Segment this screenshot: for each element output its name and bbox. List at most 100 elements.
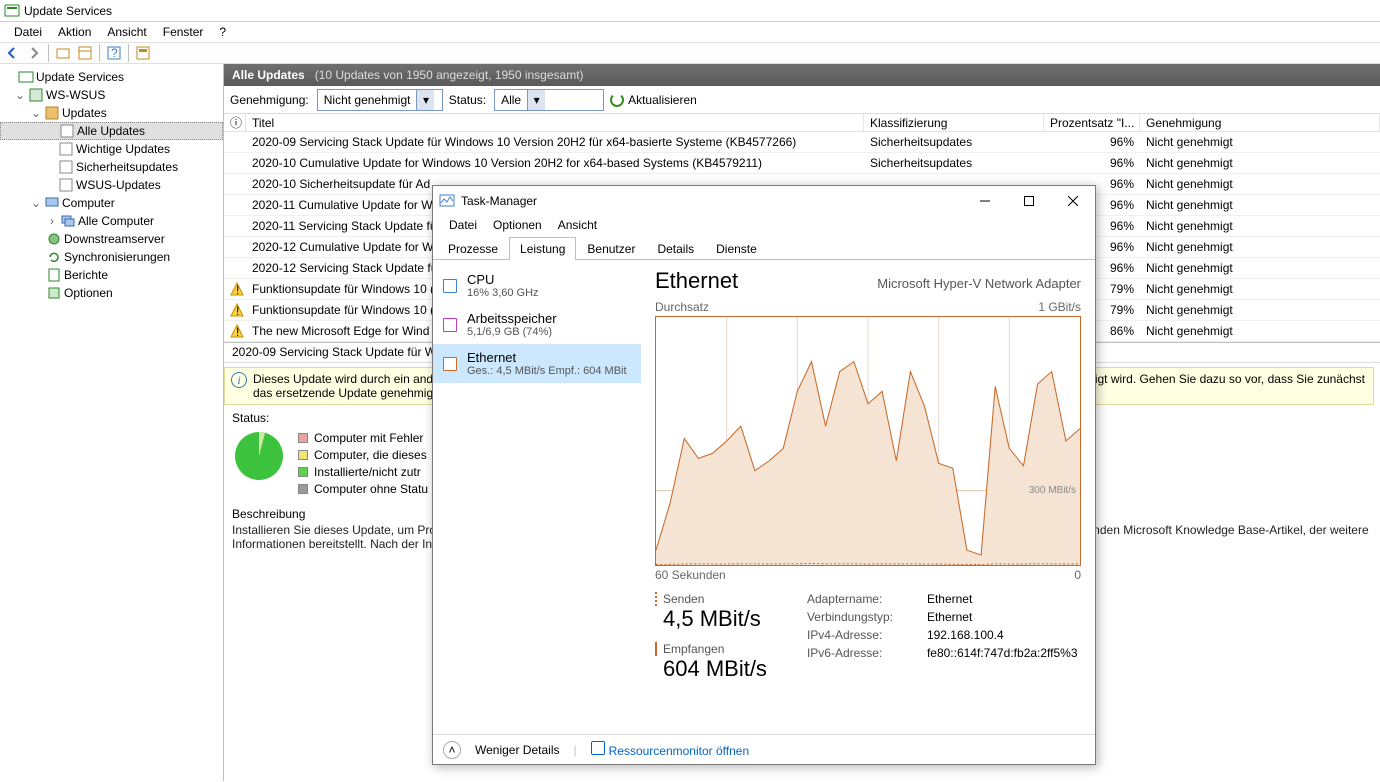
tm-titlebar[interactable]: Task-Manager bbox=[433, 186, 1095, 216]
app-icon bbox=[4, 3, 20, 19]
net-row: IPv6-Adresse:fe80::614f:747d:fb2a:2ff5%3 bbox=[807, 646, 1078, 664]
tab-prozesse[interactable]: Prozesse bbox=[437, 237, 509, 260]
toolbar-btn-2[interactable] bbox=[75, 43, 95, 63]
legend-item: Installierte/nicht zutr bbox=[298, 463, 428, 480]
label: Optionen bbox=[64, 286, 113, 300]
toolbar-separator bbox=[48, 44, 49, 62]
tree-updates[interactable]: ⌄ Updates bbox=[0, 104, 223, 122]
downstream-icon bbox=[46, 231, 62, 247]
refresh-icon bbox=[610, 93, 624, 107]
list-icon bbox=[58, 177, 74, 193]
computer-icon bbox=[44, 195, 60, 211]
toolbar-help-button[interactable]: ? bbox=[104, 43, 124, 63]
perf-item-ethernet[interactable]: EthernetGes.: 4,5 MBit/s Empf.: 604 MBit bbox=[433, 344, 641, 383]
perf-sidebar[interactable]: CPU16% 3,60 GHzArbeitsspeicher5,1/6,9 GB… bbox=[433, 260, 641, 734]
tree-important-updates[interactable]: Wichtige Updates bbox=[0, 140, 223, 158]
chevron-up-icon[interactable]: ˄ bbox=[443, 741, 461, 759]
chevron-down-icon[interactable]: ▾ bbox=[416, 90, 434, 110]
menu-aktion[interactable]: Aktion bbox=[50, 23, 99, 41]
chevron-down-icon[interactable]: ⌄ bbox=[30, 106, 42, 120]
col-class[interactable]: Klassifizierung bbox=[864, 114, 1044, 131]
tree-updates-label: Updates bbox=[62, 106, 107, 120]
status-combo[interactable]: Alle▾ bbox=[494, 89, 604, 111]
table-row[interactable]: 2020-09 Servicing Stack Update für Windo… bbox=[224, 132, 1380, 153]
resource-monitor-link[interactable]: Ressourcenmonitor öffnen bbox=[591, 741, 750, 758]
nav-forward-button[interactable] bbox=[24, 43, 44, 63]
y-axis-label: Durchsatz bbox=[655, 300, 709, 314]
menu-help[interactable]: ? bbox=[211, 23, 234, 41]
net-row: Verbindungstyp:Ethernet bbox=[807, 610, 1078, 628]
task-manager-window[interactable]: Task-Manager Datei Optionen Ansicht Proz… bbox=[432, 185, 1096, 765]
tree-all-computers[interactable]: ›Alle Computer bbox=[0, 212, 223, 230]
perf-main: Ethernet Microsoft Hyper-V Network Adapt… bbox=[641, 260, 1095, 734]
resource-monitor-label[interactable]: Ressourcenmonitor öffnen bbox=[609, 744, 750, 758]
col-title[interactable]: Titel bbox=[246, 114, 864, 131]
label: Downstreamserver bbox=[64, 232, 165, 246]
tm-menu-optionen[interactable]: Optionen bbox=[485, 216, 550, 236]
tree-security-updates[interactable]: Sicherheitsupdates bbox=[0, 158, 223, 176]
table-row[interactable]: 2020-10 Cumulative Update for Windows 10… bbox=[224, 153, 1380, 174]
x-right-label: 0 bbox=[1074, 568, 1081, 582]
resource-monitor-icon bbox=[591, 741, 605, 755]
recv-value: 604 MBit/s bbox=[655, 656, 767, 682]
network-details: Adaptername:EthernetVerbindungstyp:Ether… bbox=[807, 592, 1078, 682]
tree-all-updates[interactable]: Alle Updates bbox=[0, 122, 223, 140]
info-text-2: das ersetzende Update genehmig bbox=[253, 386, 433, 400]
chevron-down-icon[interactable]: ⌄ bbox=[30, 196, 42, 210]
list-icon bbox=[59, 123, 75, 139]
tree-root[interactable]: Update Services bbox=[0, 68, 223, 86]
grid-header: ⓘ Titel Klassifizierung Prozentsatz "I..… bbox=[224, 114, 1380, 132]
tm-menu-datei[interactable]: Datei bbox=[441, 216, 485, 236]
label: Sicherheitsupdates bbox=[76, 160, 178, 174]
tree-wsus-updates[interactable]: WSUS-Updates bbox=[0, 176, 223, 194]
chevron-down-icon[interactable]: ⌄ bbox=[14, 88, 26, 102]
toolbar-btn-3[interactable] bbox=[133, 43, 153, 63]
approval-value: Nicht genehmigt bbox=[318, 93, 417, 107]
tree-sync[interactable]: Synchronisierungen bbox=[0, 248, 223, 266]
tree-computer[interactable]: ⌄Computer bbox=[0, 194, 223, 212]
tree-options[interactable]: Optionen bbox=[0, 284, 223, 302]
chevron-down-icon[interactable]: ▾ bbox=[527, 90, 545, 110]
perf-item-arbeitsspeicher[interactable]: Arbeitsspeicher5,1/6,9 GB (74%) bbox=[433, 305, 641, 344]
close-button[interactable] bbox=[1051, 186, 1095, 216]
tree-reports[interactable]: Berichte bbox=[0, 266, 223, 284]
server-icon bbox=[28, 87, 44, 103]
chevron-right-icon[interactable]: › bbox=[46, 214, 58, 228]
app-titlebar: Update Services bbox=[0, 0, 1380, 22]
toolbar-separator bbox=[128, 44, 129, 62]
nav-back-button[interactable] bbox=[2, 43, 22, 63]
tab-dienste[interactable]: Dienste bbox=[705, 237, 768, 260]
perf-item-cpu[interactable]: CPU16% 3,60 GHz bbox=[433, 266, 641, 305]
options-icon bbox=[46, 285, 62, 301]
tm-title: Task-Manager bbox=[461, 194, 537, 208]
fewer-details-link[interactable]: Weniger Details bbox=[475, 743, 559, 757]
info-text-right: igt wird. Gehen Sie dazu so vor, dass Si… bbox=[1095, 372, 1365, 400]
menu-ansicht[interactable]: Ansicht bbox=[99, 23, 154, 41]
approval-combo[interactable]: Nicht genehmigt▾ bbox=[317, 89, 443, 111]
refresh-button[interactable]: Aktualisieren bbox=[610, 93, 697, 107]
recv-label: Empfangen bbox=[655, 642, 767, 656]
label: Berichte bbox=[64, 268, 108, 282]
label: Wichtige Updates bbox=[76, 142, 170, 156]
status-value: Alle bbox=[495, 93, 527, 107]
menu-fenster[interactable]: Fenster bbox=[155, 23, 212, 41]
tab-details[interactable]: Details bbox=[646, 237, 705, 260]
nav-tree[interactable]: Update Services ⌄WS-WSUS ⌄ Updates Alle U… bbox=[0, 64, 224, 781]
app-menubar: Datei Aktion Ansicht Fenster ? bbox=[0, 22, 1380, 42]
col-icon[interactable]: ⓘ bbox=[224, 114, 246, 131]
tree-server[interactable]: ⌄WS-WSUS bbox=[0, 86, 223, 104]
col-pct[interactable]: Prozentsatz "I... bbox=[1044, 114, 1140, 131]
minimize-button[interactable] bbox=[963, 186, 1007, 216]
tab-leistung[interactable]: Leistung bbox=[509, 237, 576, 260]
menu-datei[interactable]: Datei bbox=[6, 23, 50, 41]
toolbar-separator bbox=[99, 44, 100, 62]
filter-bar: Genehmigung: Nicht genehmigt▾ Status: Al… bbox=[224, 86, 1380, 114]
col-approval[interactable]: Genehmigung bbox=[1140, 114, 1380, 131]
tree-downstream[interactable]: Downstreamserver bbox=[0, 230, 223, 248]
tm-menu-ansicht[interactable]: Ansicht bbox=[550, 216, 605, 236]
status-label: Status: bbox=[449, 93, 486, 107]
tab-benutzer[interactable]: Benutzer bbox=[576, 237, 646, 260]
throughput-chart[interactable]: 300 MBit/s bbox=[655, 316, 1081, 566]
toolbar-btn-1[interactable] bbox=[53, 43, 73, 63]
maximize-button[interactable] bbox=[1007, 186, 1051, 216]
